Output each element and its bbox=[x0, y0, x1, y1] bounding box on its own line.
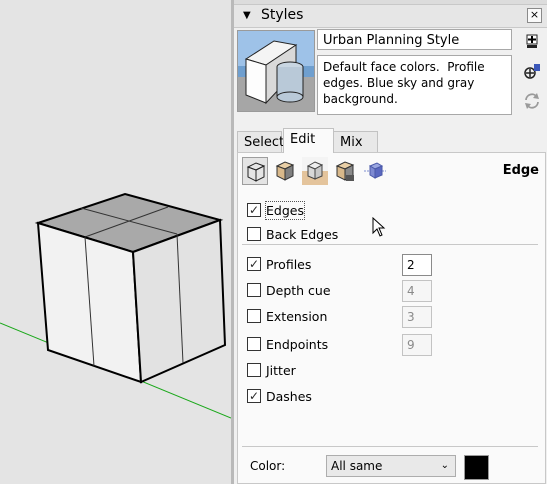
tab-edit[interactable]: Edit bbox=[283, 128, 334, 153]
collapse-icon[interactable]: ▼ bbox=[243, 10, 251, 21]
tab-mix[interactable]: Mix bbox=[333, 131, 378, 152]
extension-label: Extension bbox=[266, 309, 328, 324]
face-settings-icon[interactable] bbox=[272, 157, 298, 185]
style-name-input[interactable]: Urban Planning Style bbox=[317, 29, 512, 50]
extension-input: 3 bbox=[402, 306, 432, 328]
update-style-icon[interactable] bbox=[522, 61, 542, 81]
tab-select[interactable]: Select bbox=[237, 131, 284, 152]
profiles-label: Profiles bbox=[266, 257, 312, 272]
divider bbox=[242, 244, 538, 245]
edge-color-select[interactable]: All same ⌄ bbox=[326, 455, 456, 477]
dashes-checkbox[interactable]: ✓ bbox=[247, 389, 261, 403]
edges-checkbox[interactable]: ✓ bbox=[247, 203, 261, 217]
dashes-label: Dashes bbox=[266, 389, 312, 404]
close-icon[interactable]: × bbox=[527, 8, 542, 23]
jitter-checkbox[interactable] bbox=[247, 363, 261, 377]
check-icon: ✓ bbox=[249, 257, 260, 271]
depth-cue-input: 4 bbox=[402, 280, 432, 302]
endpoints-checkbox[interactable] bbox=[247, 337, 261, 351]
cube-model bbox=[0, 192, 231, 419]
check-icon: ✓ bbox=[249, 389, 260, 403]
edge-color-swatch[interactable] bbox=[464, 455, 489, 480]
refresh-icon[interactable] bbox=[522, 91, 542, 111]
style-tabs: Select Edit Mix bbox=[237, 128, 544, 153]
model-viewport[interactable] bbox=[0, 0, 231, 484]
edges-label: Edges bbox=[265, 201, 305, 220]
endpoints-input: 9 bbox=[402, 334, 432, 356]
panel-title: Styles bbox=[261, 7, 304, 23]
edge-settings-icon[interactable] bbox=[242, 157, 268, 185]
divider bbox=[242, 446, 538, 447]
settings-toolbar: Edge bbox=[242, 157, 542, 187]
profiles-checkbox[interactable]: ✓ bbox=[247, 257, 261, 271]
chevron-down-icon: ⌄ bbox=[440, 460, 449, 471]
section-title: Edge bbox=[502, 163, 539, 178]
styles-panel: ▼ Styles × Urban Planning Style Default … bbox=[234, 0, 547, 484]
style-description-input[interactable]: Default face colors. Profile edges. Blue… bbox=[317, 55, 512, 115]
color-label: Color: bbox=[250, 459, 286, 473]
edge-color-value: All same bbox=[331, 459, 383, 473]
endpoints-label: Endpoints bbox=[266, 337, 329, 352]
depth-cue-checkbox[interactable] bbox=[247, 283, 261, 297]
watermark-settings-icon[interactable] bbox=[332, 157, 358, 185]
modeling-settings-icon[interactable] bbox=[362, 157, 388, 185]
style-thumbnail bbox=[237, 30, 315, 112]
back-edges-checkbox[interactable] bbox=[247, 227, 261, 241]
styles-header[interactable]: ▼ Styles × bbox=[234, 5, 547, 28]
extension-checkbox[interactable] bbox=[247, 309, 261, 323]
depth-cue-label: Depth cue bbox=[266, 283, 331, 298]
check-icon: ✓ bbox=[249, 203, 260, 217]
profiles-width-input[interactable]: 2 bbox=[402, 254, 432, 276]
create-style-icon[interactable] bbox=[522, 31, 542, 51]
back-edges-label: Back Edges bbox=[266, 227, 339, 242]
background-settings-icon[interactable] bbox=[302, 157, 328, 185]
jitter-label: Jitter bbox=[266, 363, 296, 378]
mouse-cursor-icon bbox=[372, 217, 386, 237]
